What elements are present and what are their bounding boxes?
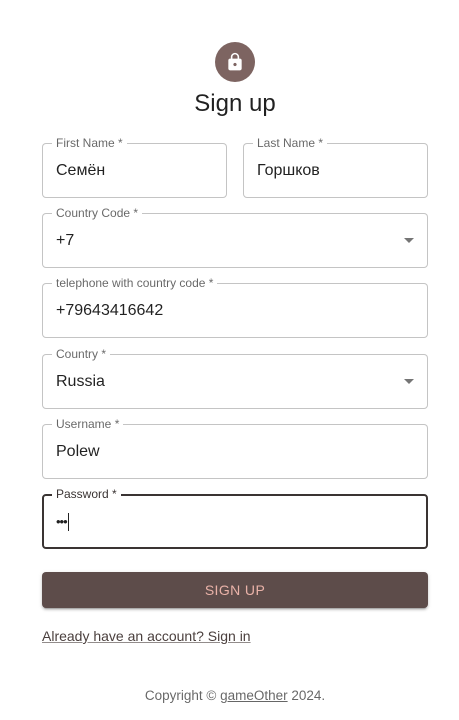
avatar [215,42,255,82]
username-field[interactable]: Username * Polew [42,417,428,479]
telephone-value: +79643416642 [56,301,164,319]
copyright-footer: Copyright © gameOther 2024. [0,688,459,703]
country-select[interactable]: Country * Russia [42,347,428,409]
username-value: Polew [56,442,100,460]
password-value: ••• [56,496,69,547]
last-name-value: Горшков [257,161,320,179]
first-name-value: Семён [56,161,106,179]
country-code-select[interactable]: Country Code * +7 [42,206,428,268]
copyright-prefix: Copyright © [144,688,221,703]
chevron-down-icon[interactable] [404,378,414,384]
lock-icon [225,52,245,72]
last-name-field[interactable]: Last Name * Горшков [243,136,428,198]
password-field[interactable]: Password * ••• [42,487,428,549]
sign-up-button[interactable]: SIGN UP [42,572,428,608]
footer-link[interactable]: gameOther [220,688,288,703]
text-cursor [67,512,69,531]
page-title: Sign up [194,90,276,117]
telephone-field[interactable]: telephone with country code * +796434166… [42,276,428,338]
copyright-suffix: 2024. [287,688,326,703]
country-value: Russia [56,372,105,390]
chevron-down-icon[interactable] [404,237,414,243]
first-name-field[interactable]: First Name * Семён [42,136,227,198]
country-code-value: +7 [56,231,75,249]
sign-in-link[interactable]: Already have an account? Sign in [42,628,251,644]
password-dots: ••• [56,514,68,529]
